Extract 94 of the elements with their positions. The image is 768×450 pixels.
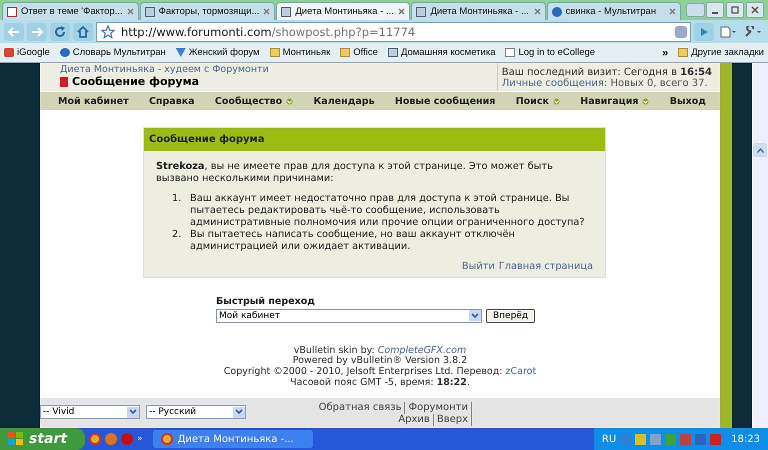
clock: 18:23 [731, 434, 760, 444]
reason-text: Ваш аккаунт имеет недостаточно прав для доступа к этой странице. Вы пытаетесь редактировать чьё-то сообщение, использовать административные полномочия или прочие опции ограниченного доступа? [190, 192, 586, 229]
folder-icon [340, 48, 350, 57]
close-icon[interactable] [398, 8, 406, 15]
dropdown-icon [469, 310, 481, 321]
panel-header: Сообщение форума [144, 128, 605, 151]
browser-tab[interactable]: Ответ в теме 'Фактор... [2, 2, 139, 20]
dropdown-icon [552, 98, 560, 104]
forward-button[interactable] [27, 22, 47, 40]
minimize-icon[interactable] [706, 2, 724, 18]
close-icon[interactable] [534, 8, 540, 15]
close-icon[interactable] [126, 8, 134, 15]
private-messages-count: : Новых 0, всего 37. [604, 78, 708, 89]
bookmark-item[interactable]: iGoogle [4, 47, 50, 58]
style-select[interactable]: -- Vivid [40, 405, 140, 419]
back-button[interactable] [4, 22, 24, 40]
nav-menu-item[interactable]: Поиск [516, 96, 560, 106]
reason-text: Вы пытаетесь написать сообщение, но ваш аккаунт отключён администрацией или ожидает активации. [190, 228, 516, 253]
bookmark-item[interactable]: Монтиньяк [270, 47, 330, 58]
translator-link[interactable]: zCarot [506, 366, 536, 378]
go-button[interactable]: Вперёд [486, 308, 536, 322]
footer-link[interactable]: Обратная связь [316, 402, 406, 414]
reload-button[interactable] [50, 22, 70, 40]
windows-logo-icon [8, 432, 24, 446]
browser-tab[interactable]: Факторы, тормозящи... [140, 2, 276, 20]
nav-menu-item[interactable]: Справка [148, 96, 195, 106]
copyright-text: Copyright ©2000 - 2010, Jelsoft Enterprises Ltd. Перевод: zCarot [222, 367, 538, 378]
browser-tab[interactable]: Диета Монтиньяка - ... [411, 2, 546, 20]
address-bar[interactable]: http://www.forumonti.com/showpost.php?p=11774 [96, 22, 691, 42]
taskbar-window-button[interactable]: Диета Монтиньяка -... [152, 430, 313, 448]
back-arrow-icon [8, 26, 20, 36]
folder-icon [678, 48, 688, 57]
bookmark-item[interactable]: Домашняя косметика [388, 47, 496, 58]
timezone-text: Часовой пояс GMT -5, время: 18:22. [289, 378, 471, 390]
forward-arrow-icon [31, 26, 43, 36]
start-button[interactable]: start [0, 428, 86, 450]
other-bookmarks-item[interactable]: Другие закладки [678, 47, 764, 58]
powered-by-text: Powered by vBulletin® Version 3.8.2 [292, 356, 468, 366]
footer-link[interactable]: Вверх [434, 414, 472, 426]
document-icon [416, 6, 426, 16]
nav-menu-item[interactable]: Выход [670, 96, 706, 106]
nav-menu-item[interactable]: Сообщество [214, 96, 294, 106]
document-icon [144, 6, 155, 16]
bookmark-item[interactable]: Log in to eCollege [505, 47, 596, 58]
browser-tab[interactable]: Диета Монтиньяка - ... [276, 2, 410, 20]
nav-menu-item[interactable]: Календарь [314, 96, 375, 106]
folder-icon [270, 48, 280, 57]
quick-jump-label: Быстрый переход [216, 296, 316, 306]
error-message: Strekoza, вы не имеете прав для доступа к этой странице. Это может быть вызвано несколькими причинами: [156, 161, 554, 185]
dropdown-icon [233, 406, 245, 418]
home-icon [77, 26, 89, 38]
page-icon [505, 48, 516, 57]
browser-tab[interactable]: свинка - Мультитран [546, 2, 681, 20]
dropdown-icon [286, 98, 294, 104]
tray-icon[interactable] [695, 434, 706, 444]
page-title: Сообщение форума [72, 76, 200, 89]
more-button[interactable]: » [137, 434, 143, 444]
footer-link[interactable]: Выйти [462, 260, 495, 272]
close-icon[interactable] [668, 8, 676, 15]
list-number: 1. [172, 192, 182, 206]
footer-link[interactable]: Главная страница [498, 260, 593, 272]
star-icon[interactable] [101, 24, 115, 38]
private-messages-link[interactable]: Личные сообщения [502, 78, 604, 89]
language-select[interactable]: -- Русский [146, 405, 246, 419]
bookmark-item[interactable]: Женский форум [176, 47, 260, 58]
nav-menu-item[interactable]: Навигация [580, 96, 650, 106]
document-icon [281, 6, 292, 16]
scroll-up-icon[interactable] [753, 143, 767, 157]
page-icon [60, 77, 68, 88]
dropdown-icon [642, 98, 650, 104]
document-icon [388, 48, 398, 57]
quick-jump-select[interactable]: Мой кабинет [216, 308, 482, 322]
footer-link[interactable]: Архив [395, 414, 434, 426]
close-icon[interactable] [746, 2, 764, 18]
reload-icon [54, 26, 66, 38]
last-visit-text: Ваш последний визит: Сегодня в 16:54 [502, 67, 712, 78]
play-icon [699, 26, 709, 36]
square-icon [4, 48, 14, 57]
bookmark-item[interactable]: Office [340, 47, 378, 58]
footer-link[interactable]: Форумонти [405, 402, 472, 414]
breadcrumb-link[interactable]: Диета Монтиньяка - худеем с Форумонти [60, 65, 269, 76]
dropdown-icon [127, 406, 139, 418]
close-icon[interactable] [263, 8, 270, 15]
bookmark-item[interactable]: Словарь Мультитран [60, 47, 166, 58]
home-button[interactable] [73, 22, 93, 40]
list-number: 2. [172, 228, 182, 242]
nav-menu-item[interactable]: Новые сообщения [394, 96, 496, 106]
skin-link[interactable]: CompleteGFX.com [378, 344, 466, 356]
play-button[interactable] [694, 22, 714, 40]
more-bookmarks-button[interactable]: » [662, 46, 668, 58]
nav-menu-item[interactable]: Мой кабинет [58, 96, 129, 106]
scrollbar[interactable] [752, 63, 768, 428]
maximize-icon[interactable] [726, 2, 744, 18]
skin-credit: vBulletin skin by: CompleteGFX.com [292, 346, 468, 356]
